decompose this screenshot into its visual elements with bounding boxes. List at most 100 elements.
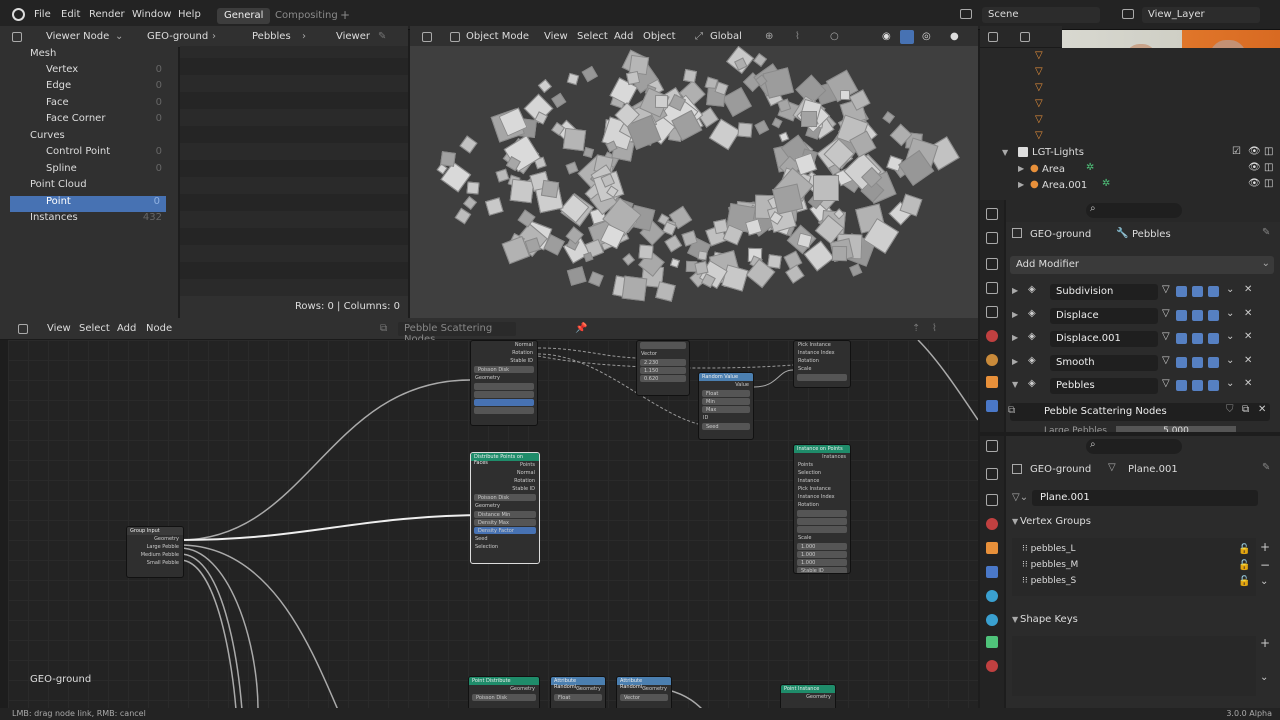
gizmo-toggle-icon[interactable]	[900, 30, 914, 44]
point-instance-node[interactable]: Point Instance Geometry	[780, 684, 836, 708]
menu-help[interactable]: Help	[178, 9, 201, 20]
large-pebbles-field[interactable]: 5.000	[1116, 426, 1236, 432]
vertex-select-icon[interactable]: ▽	[1162, 378, 1170, 389]
vertex-select-icon[interactable]: ▽	[1162, 331, 1170, 342]
viewport-menu-object[interactable]: Object	[643, 31, 676, 42]
render-toggle-icon[interactable]	[1208, 310, 1219, 321]
viewport-menu-add[interactable]: Add	[614, 31, 633, 42]
vertex-select-icon[interactable]: ▽	[1162, 355, 1170, 366]
tree-item-control-point[interactable]: Control Point 0	[28, 146, 168, 162]
distribute-points-node[interactable]: Distribute Points on Faces Points Normal…	[470, 452, 540, 564]
group-input-node[interactable]: Group Input Geometry Large Pebble Medium…	[126, 526, 184, 578]
lock-icon[interactable]: 🔓	[1238, 576, 1250, 587]
pin-icon[interactable]: ✎	[1262, 462, 1270, 473]
mesh-name-field[interactable]: Plane.001	[1032, 490, 1258, 506]
min-field[interactable]: Min	[702, 398, 750, 405]
vertex-group-item[interactable]: ⁝⁝ pebbles_L	[1022, 544, 1076, 554]
viewport-toggle-icon[interactable]	[1192, 286, 1203, 297]
node-menu-select[interactable]: Select	[79, 323, 110, 334]
editmode-toggle-icon[interactable]	[1176, 310, 1187, 321]
pin-icon[interactable]: ✎	[378, 31, 386, 42]
node-editor-canvas[interactable]: Group Input Geometry Large Pebble Medium…	[8, 340, 978, 708]
seed-field[interactable]: Seed	[702, 423, 750, 430]
view-layer-field[interactable]: View_Layer	[1142, 7, 1260, 23]
chevron-down-icon[interactable]: ⌄	[1226, 355, 1234, 366]
viewport-menu-view[interactable]: View	[544, 31, 568, 42]
density-max-field[interactable]: Density Max	[474, 519, 536, 526]
scale-z-field[interactable]: 1.000	[797, 559, 847, 566]
viewer-node-dropdown[interactable]: Viewer Node	[46, 31, 109, 42]
shading-icon[interactable]: ●	[950, 31, 959, 42]
chevron-down-icon[interactable]: ⌄	[1226, 378, 1234, 389]
node-menu-add[interactable]: Add	[117, 323, 136, 334]
chevron-down-icon[interactable]: ⌄	[1226, 331, 1234, 342]
display-mode-icon[interactable]	[1020, 32, 1030, 42]
tool-tab-icon[interactable]	[986, 232, 998, 244]
physics-tab-icon[interactable]	[986, 614, 998, 626]
modifier-name-field[interactable]: Displace	[1050, 308, 1158, 324]
chevron-down-icon[interactable]: ⌄	[1260, 576, 1268, 587]
properties-search-input[interactable]	[1086, 203, 1182, 218]
particles-tab-icon[interactable]	[986, 590, 998, 602]
render-toggle-icon[interactable]	[1208, 333, 1219, 344]
panel-expand-icon[interactable]: ▼	[1012, 615, 1018, 624]
node-tree-field[interactable]: Pebble Scattering Nodes	[398, 322, 516, 345]
eye-icon[interactable]: 👁	[1248, 178, 1261, 189]
type-dropdown[interactable]: Vector	[620, 694, 668, 701]
vector-x-field[interactable]: 2.230	[640, 359, 686, 366]
object-tab-icon[interactable]	[986, 542, 998, 554]
expand-icon[interactable]: ▶	[1018, 164, 1024, 173]
attribute-randomize-node[interactable]: Attribute Randomi... Geometry Float	[550, 676, 606, 708]
vertex-select-icon[interactable]: ▽	[1162, 284, 1170, 295]
expand-icon[interactable]: ▶	[1012, 357, 1018, 366]
camera-icon[interactable]: ◫	[1264, 146, 1273, 157]
add-workspace-icon[interactable]: +	[340, 8, 350, 22]
breadcrumb-object[interactable]: GEO-ground	[147, 31, 208, 42]
remove-vertex-group-icon[interactable]: −	[1260, 558, 1270, 572]
expand-icon[interactable]: ▶	[1012, 333, 1018, 342]
expand-icon[interactable]: ▶	[1012, 286, 1018, 295]
shape-keys-title[interactable]: Shape Keys	[1020, 614, 1078, 625]
scene-field[interactable]: Scene	[982, 7, 1100, 23]
object-tab-icon[interactable]	[986, 376, 998, 388]
stable-id-field[interactable]: Stable ID	[797, 567, 847, 573]
menu-edit[interactable]: Edit	[61, 9, 80, 20]
viewport-toggle-icon[interactable]	[1192, 333, 1203, 344]
render-toggle-icon[interactable]	[1208, 357, 1219, 368]
modifier-name-field[interactable]: Pebbles	[1050, 378, 1158, 394]
stable-id-field[interactable]	[797, 374, 847, 381]
outliner-row-lights[interactable]: ▼ LGT-Lights ☑ 👁 ◫	[1000, 146, 1280, 162]
add-vertex-group-icon[interactable]: +	[1260, 540, 1270, 554]
tree-item-vertex[interactable]: Vertex 0	[28, 64, 168, 80]
camera-icon[interactable]: ◫	[1264, 178, 1273, 189]
render-tab-icon[interactable]	[986, 494, 998, 506]
scene-tab-icon[interactable]	[986, 518, 998, 530]
mesh-browse-icon[interactable]: ▽⌄	[1012, 492, 1028, 503]
attribute-randomize-node-2[interactable]: Attribute Randomi... Geometry Vector	[616, 676, 672, 708]
vertex-group-item[interactable]: ⁝⁝ pebbles_M	[1022, 560, 1078, 570]
tree-item-edge[interactable]: Edge 0	[28, 80, 168, 96]
modifier-row-displace-001[interactable]: ▶ ◈ Displace.001 ▽ ⌄ ✕	[1010, 329, 1278, 349]
instance-node-upper[interactable]: Pick Instance Instance Index Rotation Sc…	[793, 340, 851, 388]
editor-type-icon[interactable]	[422, 32, 432, 42]
pin-icon[interactable]: 📌	[575, 323, 587, 334]
node-menu-node[interactable]: Node	[146, 323, 172, 334]
tree-item-instances[interactable]: Instances 432	[12, 212, 168, 228]
scene-icon[interactable]	[960, 9, 972, 19]
node-menu-view[interactable]: View	[47, 323, 71, 334]
type-dropdown[interactable]: Float	[554, 694, 602, 701]
mode-dropdown[interactable]: Poisson Disk	[472, 694, 536, 701]
tree-item-face-corner[interactable]: Face Corner 0	[28, 113, 168, 129]
breadcrumb-node[interactable]: Viewer	[336, 31, 370, 42]
lock-icon[interactable]: 🔓	[1238, 544, 1250, 555]
remove-modifier-icon[interactable]: ✕	[1244, 355, 1252, 366]
modifier-tab-icon[interactable]	[986, 400, 998, 412]
fake-user-icon[interactable]: ⛉	[1226, 404, 1234, 415]
tree-item-spline[interactable]: Spline 0	[28, 163, 168, 179]
outliner-row-area[interactable]: ▶ ● Area ✲ 👁 ◫	[1016, 162, 1280, 178]
tree-item-curves[interactable]: Curves	[12, 130, 172, 146]
remove-modifier-icon[interactable]: ✕	[1244, 284, 1252, 295]
duplicate-icon[interactable]: ⧉	[1242, 404, 1249, 415]
viewport-toggle-icon[interactable]	[1192, 357, 1203, 368]
modifier-name-field[interactable]: Subdivision	[1050, 284, 1158, 300]
